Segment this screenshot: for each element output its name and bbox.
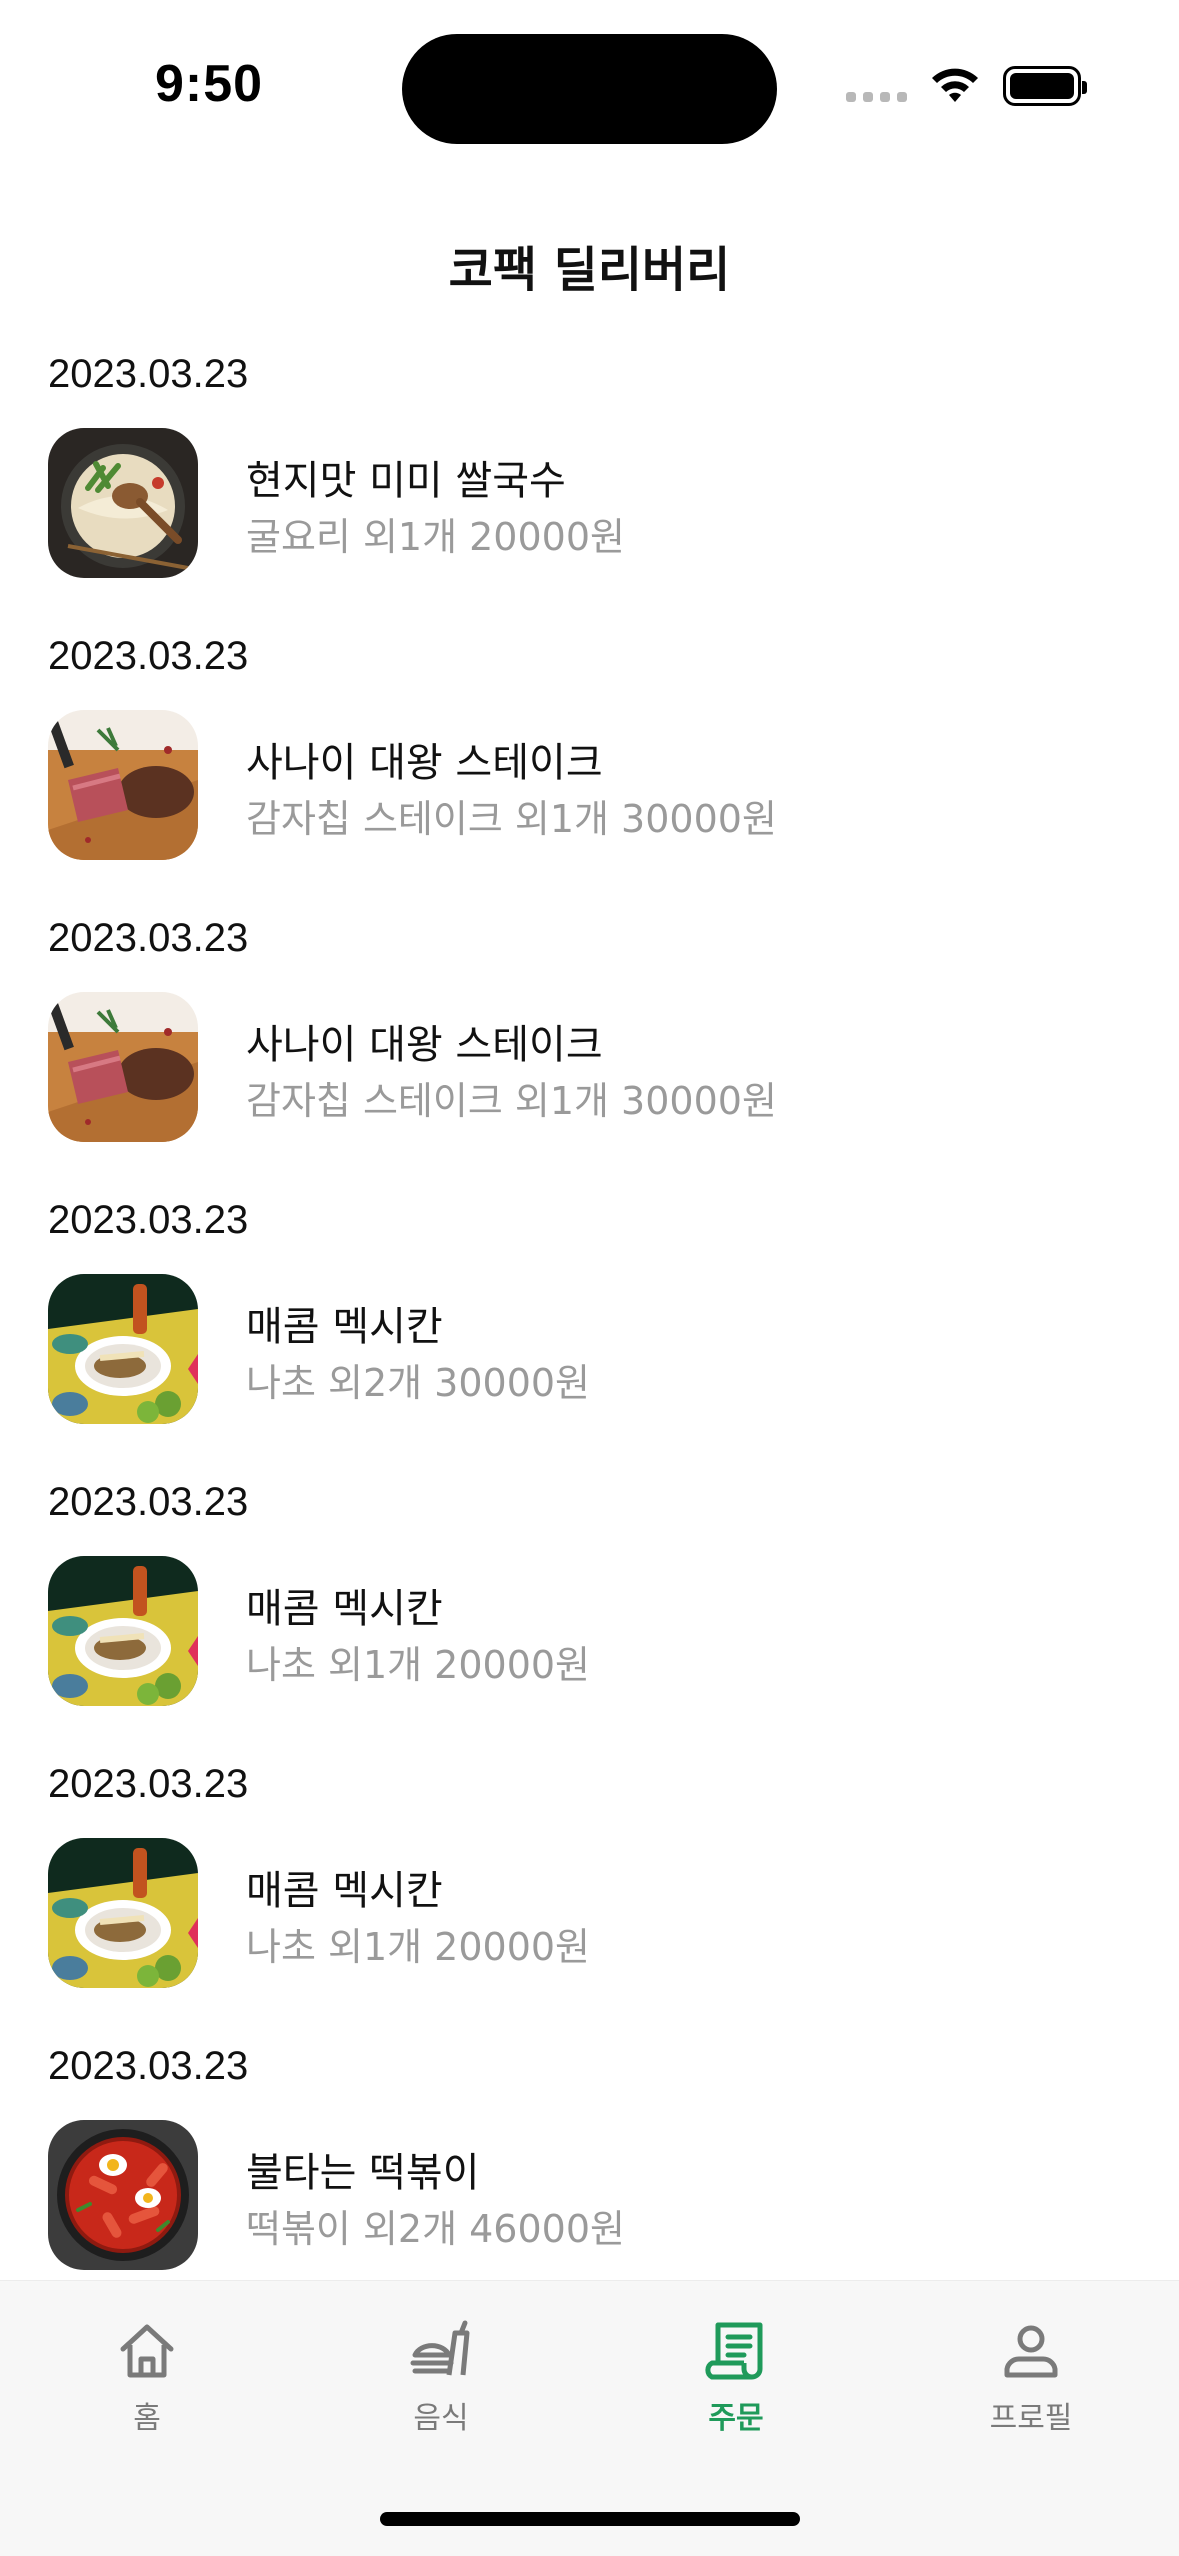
- order-date: 2023.03.23: [48, 352, 249, 396]
- tab-orders[interactable]: 주문: [636, 2319, 836, 2437]
- person-icon: [1004, 2325, 1058, 2378]
- mexican-plate-image: [48, 1838, 198, 1988]
- order-date: 2023.03.23: [48, 634, 249, 678]
- dynamic-island: [402, 34, 777, 144]
- tab-food[interactable]: 음식: [341, 2319, 541, 2437]
- order-summary: 나초 외1개 20000원: [246, 1925, 591, 1969]
- pho-bowl-image: [48, 428, 198, 578]
- order-item[interactable]: 2023.03.23 매콤 멕시칸 나초 외2개 30000원: [0, 1186, 1179, 1468]
- receipt-icon: [705, 2322, 763, 2380]
- mexican-plate-image: [48, 1274, 198, 1424]
- order-date: 2023.03.23: [48, 2044, 249, 2088]
- order-item[interactable]: 2023.03.23 불타는 떡볶이 떡볶이 외2개 46000원: [0, 2032, 1179, 2314]
- order-summary: 굴요리 외1개 20000원: [246, 515, 625, 559]
- status-time: 9:50: [155, 55, 264, 113]
- order-summary: 나초 외2개 30000원: [246, 1361, 591, 1405]
- order-summary: 감자칩 스테이크 외1개 30000원: [246, 797, 777, 841]
- order-restaurant-name: 사나이 대왕 스테이크: [246, 1022, 603, 1068]
- order-item[interactable]: 2023.03.23 현지맛 미미 쌀국수 굴요리 외1개 20000원: [0, 340, 1179, 622]
- order-restaurant-name: 사나이 대왕 스테이크: [246, 740, 603, 786]
- order-summary: 감자칩 스테이크 외1개 30000원: [246, 1079, 777, 1123]
- cellular-signal-icon: [846, 70, 907, 102]
- status-bar: 9:50: [0, 0, 1179, 170]
- order-list: 2023.03.23 현지맛 미미 쌀국수 굴요리 외1개 20000원 202: [0, 340, 1179, 2314]
- wifi-icon: [932, 68, 978, 102]
- tab-home[interactable]: 홈: [47, 2319, 247, 2437]
- order-item[interactable]: 2023.03.23 매콤 멕시칸 나초 외1개 20000원: [0, 1750, 1179, 2032]
- order-summary: 떡볶이 외2개 46000원: [246, 2207, 625, 2251]
- order-date: 2023.03.23: [48, 916, 249, 960]
- order-date: 2023.03.23: [48, 1762, 249, 1806]
- steak-board-image: [48, 710, 198, 860]
- tab-profile[interactable]: 프로필: [931, 2319, 1131, 2437]
- order-date: 2023.03.23: [48, 1480, 249, 1524]
- food-icon: [410, 2320, 470, 2376]
- order-restaurant-name: 매콤 멕시칸: [246, 1586, 443, 1632]
- tab-label: 음식: [413, 2401, 469, 2436]
- tab-label: 프로필: [989, 2401, 1073, 2436]
- order-item[interactable]: 2023.03.23 매콤 멕시칸 나초 외1개 20000원: [0, 1468, 1179, 1750]
- page-title: 코팩 딜리버리: [448, 242, 731, 298]
- status-indicators: [846, 66, 1087, 106]
- order-summary: 나초 외1개 20000원: [246, 1643, 591, 1687]
- battery-icon: [1003, 66, 1087, 106]
- tab-label: 홈: [133, 2401, 161, 2436]
- tteokbokki-pan-image: [48, 2120, 198, 2270]
- order-restaurant-name: 매콤 멕시칸: [246, 1304, 443, 1350]
- order-item[interactable]: 2023.03.23 사나이 대왕 스테이크 감자칩 스테이크 외1개 3000…: [0, 622, 1179, 904]
- steak-board-image: [48, 992, 198, 1142]
- order-restaurant-name: 현지맛 미미 쌀국수: [246, 458, 566, 504]
- home-icon: [120, 2324, 174, 2378]
- home-indicator[interactable]: [380, 2512, 800, 2526]
- order-history-screen: 9:50 코팩 딜리버리 2023.03.23 현지맛 미미 쌀국수 굴요리 외…: [0, 0, 1179, 2556]
- order-restaurant-name: 불타는 떡볶이: [246, 2150, 480, 2196]
- tab-label: 주문: [708, 2401, 764, 2436]
- order-item[interactable]: 2023.03.23 사나이 대왕 스테이크 감자칩 스테이크 외1개 3000…: [0, 904, 1179, 1186]
- mexican-plate-image: [48, 1556, 198, 1706]
- order-date: 2023.03.23: [48, 1198, 249, 1242]
- order-restaurant-name: 매콤 멕시칸: [246, 1868, 443, 1914]
